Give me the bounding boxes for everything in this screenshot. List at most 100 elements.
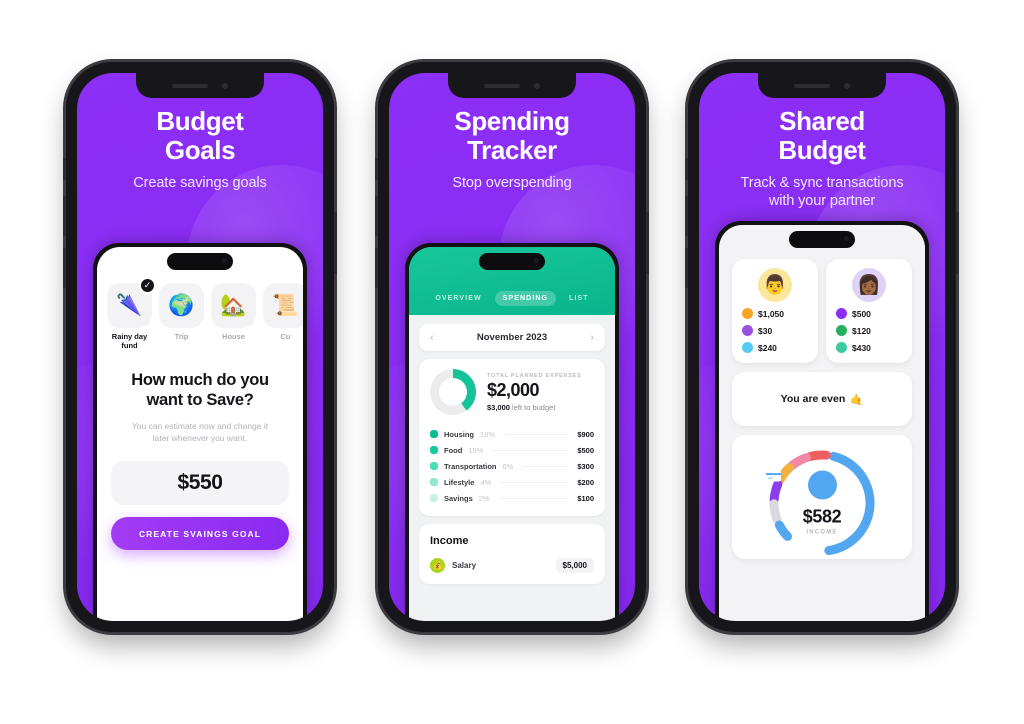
amount-input[interactable]: $550 bbox=[111, 461, 289, 505]
category-color-swatch bbox=[430, 462, 438, 470]
income-card: Income 💰 Salary $5,000 bbox=[419, 524, 605, 584]
volume-down-button[interactable] bbox=[685, 248, 688, 288]
list-item: $120 bbox=[834, 325, 904, 336]
subtitle-line-1: Track & sync transactions bbox=[740, 175, 904, 192]
income-amount: $5,000 bbox=[555, 558, 594, 573]
volume-down-button[interactable] bbox=[63, 248, 66, 288]
goal-label: House bbox=[222, 332, 245, 341]
subtitle-line-1: Stop overspending bbox=[452, 175, 572, 192]
front-camera bbox=[844, 82, 850, 89]
category-name: Transportation bbox=[444, 461, 497, 471]
goal-item-house[interactable]: 🏡 House bbox=[211, 283, 256, 350]
app-screen-budget-goals: 🌂 ✓ Rainy day fund 🌍 Trip 🏡 House 📜 Cu H… bbox=[97, 247, 303, 621]
category-percent: 2% bbox=[478, 493, 490, 503]
goal-item-trip[interactable]: 🌍 Trip bbox=[159, 283, 204, 350]
tab-spending[interactable]: SPENDING bbox=[494, 291, 557, 306]
summary-caption: TOTAL PLANNED EXPENSES bbox=[487, 372, 582, 379]
table-row[interactable]: Housing 18% $900 bbox=[430, 426, 594, 442]
month-selector[interactable]: ‹ November 2023 › bbox=[419, 324, 605, 351]
category-value: $900 bbox=[577, 429, 594, 439]
shaka-hand-icon: 🤙 bbox=[850, 393, 864, 406]
row-leader bbox=[499, 497, 568, 499]
amount-value: $430 bbox=[852, 342, 871, 353]
amount-value: $240 bbox=[758, 342, 777, 353]
category-breakdown-list: Housing 18% $900 Food 10% $500 Transport… bbox=[430, 426, 594, 506]
title-line-1: Spending bbox=[454, 106, 570, 136]
phone-mockup-shared-budget: Shared Budget Track & sync transactions … bbox=[685, 62, 959, 632]
check-icon: ✓ bbox=[139, 277, 156, 294]
category-dot-icon bbox=[742, 325, 753, 336]
category-value: $500 bbox=[577, 445, 594, 455]
category-value: $100 bbox=[577, 493, 594, 503]
volume-up-button[interactable] bbox=[685, 196, 688, 236]
volume-up-button[interactable] bbox=[375, 196, 378, 236]
list-item: $1,050 bbox=[740, 308, 810, 319]
avatar: 👩🏾 bbox=[852, 268, 886, 302]
power-button[interactable] bbox=[646, 212, 649, 274]
list-item[interactable]: 💰 Salary $5,000 bbox=[430, 558, 594, 573]
next-month-icon[interactable]: › bbox=[590, 332, 594, 344]
goal-label: Rainy day fund bbox=[111, 332, 148, 350]
previous-month-icon[interactable]: ‹ bbox=[430, 332, 434, 344]
status-badge: You are even 🤙 bbox=[732, 372, 912, 426]
power-button[interactable] bbox=[956, 212, 959, 274]
list-item: $240 bbox=[740, 342, 810, 353]
save-question: How much do you want to Save? bbox=[97, 370, 303, 410]
inner-phone-mockup-1: 🌂 ✓ Rainy day fund 🌍 Trip 🏡 House 📜 Cu H… bbox=[93, 243, 307, 621]
mute-switch[interactable] bbox=[375, 158, 378, 180]
category-color-swatch bbox=[430, 430, 438, 438]
income-label: INCOME bbox=[806, 529, 838, 536]
earpiece-speaker bbox=[484, 83, 520, 88]
partner-card-1[interactable]: 👨 $1,050 $30 $240 bbox=[732, 259, 818, 363]
hint-line-1: You can estimate now and change it bbox=[131, 420, 269, 431]
list-item: $30 bbox=[740, 325, 810, 336]
tab-bar[interactable]: OVERVIEW SPENDING LIST bbox=[427, 291, 596, 306]
volume-up-button[interactable] bbox=[63, 196, 66, 236]
phone2-screen: Spending Tracker Stop overspending OVERV… bbox=[389, 73, 635, 621]
tab-list[interactable]: LIST bbox=[561, 291, 597, 306]
category-percent: 10% bbox=[468, 445, 484, 455]
credit-card-glyph bbox=[766, 470, 781, 482]
remaining-budget: $3,000 left to budget bbox=[487, 403, 582, 412]
category-color-swatch bbox=[430, 446, 438, 454]
category-color-swatch bbox=[430, 478, 438, 486]
category-value: $200 bbox=[577, 477, 594, 487]
goal-label: Trip bbox=[174, 332, 189, 341]
phone-mockup-spending-tracker: Spending Tracker Stop overspending OVERV… bbox=[375, 62, 649, 632]
goal-item-rainy-day[interactable]: 🌂 ✓ Rainy day fund bbox=[107, 277, 156, 350]
notch bbox=[448, 73, 576, 98]
summary-text: TOTAL PLANNED EXPENSES $2,000 $3,000 lef… bbox=[487, 373, 582, 412]
salary-icon: 💰 bbox=[430, 558, 445, 573]
row-leader bbox=[523, 465, 568, 467]
table-row[interactable]: Food 10% $500 bbox=[430, 442, 594, 458]
title-line-1: Budget bbox=[156, 106, 244, 136]
row-leader bbox=[505, 433, 568, 435]
goal-label: Cu bbox=[280, 332, 291, 341]
summary-row: TOTAL PLANNED EXPENSES $2,000 $3,000 lef… bbox=[430, 369, 594, 415]
notch bbox=[758, 73, 886, 98]
goal-icon-globe: 🌍 bbox=[159, 283, 204, 328]
goal-item-custom[interactable]: 📜 Cu bbox=[263, 283, 303, 350]
category-dot-icon bbox=[742, 342, 753, 353]
title-line-2: Goals bbox=[164, 134, 236, 165]
income-source-name: Salary bbox=[452, 561, 477, 570]
create-savings-goal-button[interactable]: CREATE SVAINGS GOAL bbox=[111, 517, 289, 550]
mute-switch[interactable] bbox=[63, 158, 66, 180]
category-value: $300 bbox=[577, 461, 594, 471]
mute-switch[interactable] bbox=[685, 158, 688, 180]
table-row[interactable]: Savings 2% $100 bbox=[430, 490, 594, 506]
subtitle-line-1: Create savings goals bbox=[133, 175, 267, 192]
category-name: Savings bbox=[444, 493, 473, 503]
category-dot-icon bbox=[742, 308, 753, 319]
power-button[interactable] bbox=[334, 212, 337, 274]
category-dot-icon bbox=[836, 308, 847, 319]
goal-category-row[interactable]: 🌂 ✓ Rainy day fund 🌍 Trip 🏡 House 📜 Cu bbox=[97, 277, 303, 350]
table-row[interactable]: Lifestyle 4% $200 bbox=[430, 474, 594, 490]
tab-overview[interactable]: OVERVIEW bbox=[427, 291, 489, 306]
save-hint: You can estimate now and change it later… bbox=[97, 420, 303, 446]
table-row[interactable]: Transportation 6% $300 bbox=[430, 458, 594, 474]
page-subtitle: Track & sync transactions with your part… bbox=[699, 174, 945, 210]
volume-down-button[interactable] bbox=[375, 248, 378, 288]
partner-card-2[interactable]: 👩🏾 $500 $120 $430 bbox=[826, 259, 912, 363]
notch bbox=[136, 73, 264, 98]
